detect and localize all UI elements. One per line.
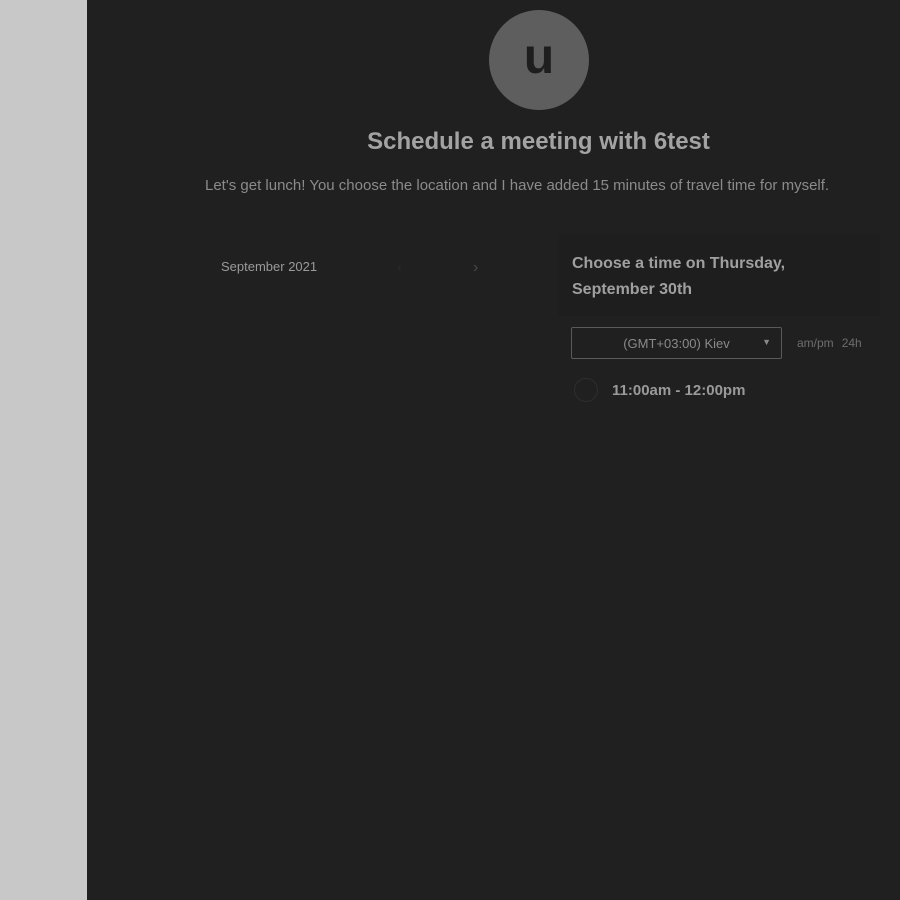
time-heading-card: Choose a time on Thursday, September 30t…	[558, 234, 880, 316]
radio-button[interactable]	[574, 378, 598, 402]
calendar-month-label: September 2021	[221, 259, 318, 274]
page-title: Schedule a meeting with 6test	[367, 128, 710, 155]
time-heading-line2: September 30th	[572, 281, 693, 298]
avatar-letter: u	[523, 28, 555, 84]
time-slot[interactable]: 11:00am - 12:00pm	[574, 378, 745, 402]
timezone-value: (GMT+03:00) Kiev	[623, 335, 730, 351]
chevron-right-icon[interactable]: ›	[473, 259, 478, 277]
format-ampm-option[interactable]: am/pm	[797, 336, 834, 350]
chevron-left-icon[interactable]: ‹	[397, 259, 402, 275]
time-heading-line1: Choose a time on Thursday,	[572, 255, 786, 272]
caret-down-icon: ▼	[762, 337, 771, 347]
left-sidebar-area	[0, 0, 87, 900]
format-24h-option[interactable]: 24h	[842, 336, 862, 350]
scheduling-panel: u Schedule a meeting with 6test Let's ge…	[87, 0, 900, 900]
timezone-select[interactable]: (GMT+03:00) Kiev ▼	[571, 327, 782, 359]
time-slot-label: 11:00am - 12:00pm	[612, 381, 746, 399]
avatar: u	[489, 10, 589, 110]
time-format-toggle[interactable]: am/pm 24h	[797, 336, 870, 350]
meeting-description: Let's get lunch! You choose the location…	[205, 177, 830, 194]
